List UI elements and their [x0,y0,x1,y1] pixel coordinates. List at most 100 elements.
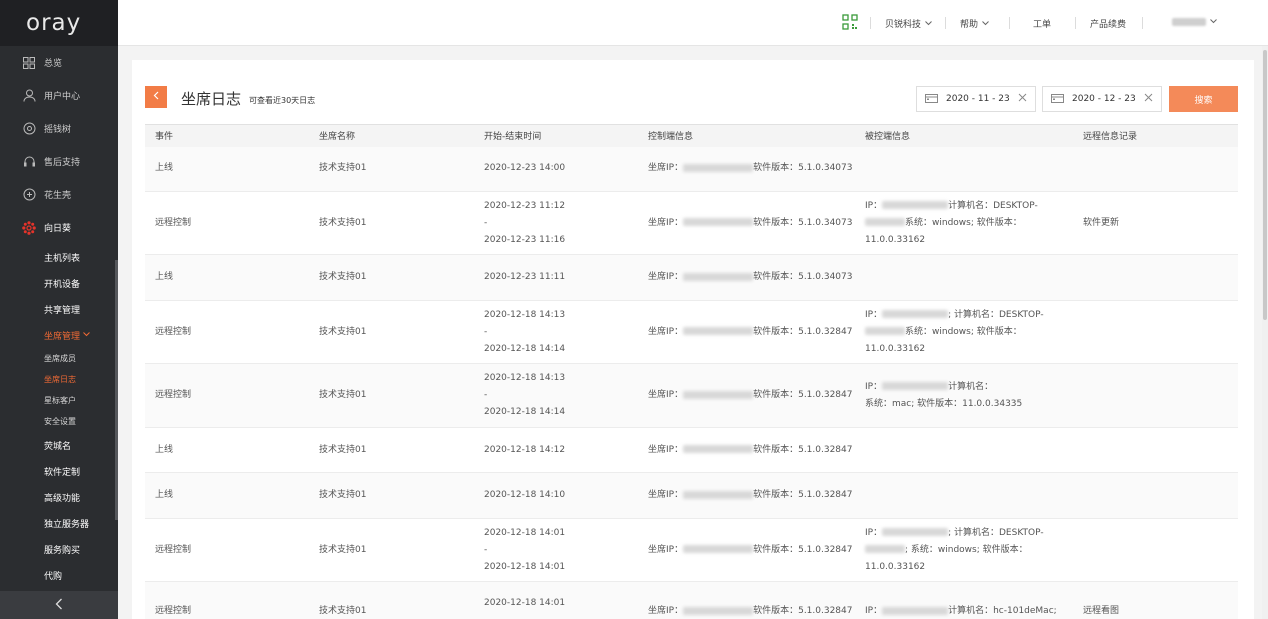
seat-log-table: 事件 坐席名称 开始-结束时间 控制端信息 被控端信息 远程信息记录 上线 技术支… [145,124,1238,619]
sidebar-sub-domain[interactable]: 荧城名 [0,432,118,458]
sidebar-item-label: 向日葵 [44,224,72,234]
target-ip-label: IP： [865,606,883,616]
redacted-ip [882,606,949,615]
target-line: ; 系统：windows; 软件版本： [865,542,1073,559]
controller-version: 软件版本：5.1.0.34073 [753,217,853,228]
time-line: - [484,544,488,555]
oray-logo[interactable]: oray [0,0,118,46]
target-ip-label: IP： [865,309,883,320]
cell-target: IP： ; 计算机名：DESKTOP- 系统：windows; 软件版本： 11.0.… [855,300,1073,364]
cell-time: 2020-12-18 14:13 - 2020-12-18 14:14 [474,363,638,428]
redacted-name [865,327,905,335]
cell-time: 2020-12-23 14:00 [474,146,638,192]
table-row: 上线 技术支持01 2020-12-23 11:11 坐席IP： 软件版本：5.1.0.… [145,254,1238,301]
sidebar-item-user-center[interactable]: 用户中心 [0,79,118,112]
target-line: IP： 计算机名：DESKTOP- [865,198,1073,215]
controller-version: 软件版本：5.1.0.34073 [753,272,853,282]
header-divider [870,17,871,29]
coin-icon [22,122,36,136]
cell-record [1073,518,1238,582]
redacted-ip [683,272,754,281]
cell-target: IP： 计算机名： 系统：mac; 软件版本：11.0.0.34335 [855,363,1073,428]
start-date-value: 2020 - 11 - 23 [946,94,1010,104]
col-header-agent[interactable]: 坐席名称 [309,124,474,147]
sidebar-sub-advanced[interactable]: 高级功能 [0,484,118,510]
cell-agent: 技术支持01 [309,191,474,255]
col-header-event[interactable]: 事件 [145,124,309,147]
sidebar-sub-starred-customers[interactable]: 星标客户 [0,390,118,411]
cell-event: 远程控制 [145,581,309,619]
collapse-sidebar-button[interactable] [0,591,118,619]
cell-record: 远程看图 [1073,581,1238,619]
chevron-down-icon [83,330,90,340]
top-header: 贝锐科技 帮助 工单 产品续费 [118,0,1268,46]
clear-icon[interactable] [1144,93,1153,105]
sidebar-sub-purchase[interactable]: 服务购买 [0,536,118,562]
controller-ip-label: 坐席IP： [648,163,684,174]
controller-version: 软件版本：5.1.0.34073 [753,163,853,174]
redacted-ip [683,545,754,553]
col-header-time[interactable]: 开始-结束时间 [474,124,638,147]
target-system: ; 系统：windows; 软件版本： [905,544,1028,555]
qr-code-icon[interactable] [842,14,859,31]
sidebar-sub-label: 坐席管理 [44,331,81,342]
target-ip-label: IP： [865,527,883,538]
cell-time: 2020-12-18 14:01 - [474,581,638,619]
sidebar-sub-seat-manage[interactable]: 坐席管理 [0,322,118,348]
cell-time: 2020-12-23 11:11 [474,254,638,301]
peanut-icon [22,188,36,202]
sidebar-sub-dedicated-server[interactable]: 独立服务器 [0,510,118,536]
ticket-link[interactable]: 工单 [1033,17,1051,30]
redacted-ip [683,490,754,499]
cell-controller: 坐席IP： 软件版本：5.1.0.32847 [638,518,855,582]
table-row: 上线 技术支持01 2020-12-18 14:10 坐席IP： 软件版本：5.1.0.… [145,472,1238,519]
redacted-ip [683,163,754,172]
sidebar-sub-software-custom[interactable]: 软件定制 [0,458,118,484]
sidebar-sub-share-manage[interactable]: 共享管理 [0,296,118,322]
sidebar-sub-security-settings[interactable]: 安全设置 [0,411,118,432]
renew-link[interactable]: 产品续费 [1090,17,1126,30]
sidebar-sub-proxy-buy[interactable]: 代购 [0,562,118,588]
time-line: 2020-12-23 11:12 [484,200,566,211]
controller-ip-label: 坐席IP： [648,544,684,555]
sidebar-item-money-tree[interactable]: 摇钱树 [0,112,118,145]
cell-controller: 坐席IP： 软件版本：5.1.0.32847 [638,363,855,428]
sidebar-item-support[interactable]: 售后支持 [0,145,118,178]
col-header-target[interactable]: 被控端信息 [855,124,1073,147]
sidebar-sub-host-list[interactable]: 主机列表 [0,244,118,270]
sidebar-item-peanut-shell[interactable]: 花生壳 [0,178,118,211]
table-header-row: 事件 坐席名称 开始-结束时间 控制端信息 被控端信息 远程信息记录 [145,124,1238,147]
search-button[interactable]: 搜索 [1169,86,1238,112]
redacted-ip [683,445,754,453]
sidebar-sub-label: 高级功能 [44,493,81,504]
sidebar-scrollbar[interactable] [115,260,118,520]
time-line: - [484,390,488,400]
col-header-record[interactable]: 远程信息记录 [1073,124,1238,147]
controller-ip-label: 坐席IP： [648,606,684,616]
user-menu[interactable] [1172,17,1217,27]
target-system: 系统：windows; 软件版本： [905,326,1022,337]
company-menu[interactable]: 贝锐科技 [885,17,932,30]
sidebar-sub-label: 坐席成员 [44,354,76,363]
sidebar-sub-seat-log[interactable]: 坐席日志 [0,369,118,390]
clear-icon[interactable] [1018,93,1027,105]
sidebar-item-overview[interactable]: 总览 [0,46,118,79]
help-menu[interactable]: 帮助 [960,17,989,30]
cell-controller: 坐席IP： 软件版本：5.1.0.32847 [638,472,855,519]
end-date-picker[interactable]: 2020 - 12 - 23 [1042,86,1162,112]
target-computer-name: ; 计算机名：DESKTOP- [948,527,1044,538]
scrollbar-thumb[interactable] [1263,50,1267,320]
sidebar-sub-boot-device[interactable]: 开机设备 [0,270,118,296]
sidebar-sub-seat-members[interactable]: 坐席成员 [0,348,118,369]
sidebar-item-sunlogin[interactable]: 向日葵 [0,211,118,244]
table-row: 上线 技术支持01 2020-12-18 14:12 坐席IP： 软件版本：5.1.0.… [145,427,1238,473]
page-scrollbar[interactable] [1262,46,1268,619]
cell-agent: 技术支持01 [309,300,474,364]
cell-record [1073,472,1238,519]
col-header-controller[interactable]: 控制端信息 [638,124,855,147]
target-line: 系统：mac; 软件版本：11.0.0.34335 [865,396,1073,413]
start-date-picker[interactable]: 2020 - 11 - 23 [916,86,1036,112]
back-button[interactable] [145,86,167,108]
cell-agent: 技术支持01 [309,146,474,192]
redacted-name [865,218,905,226]
